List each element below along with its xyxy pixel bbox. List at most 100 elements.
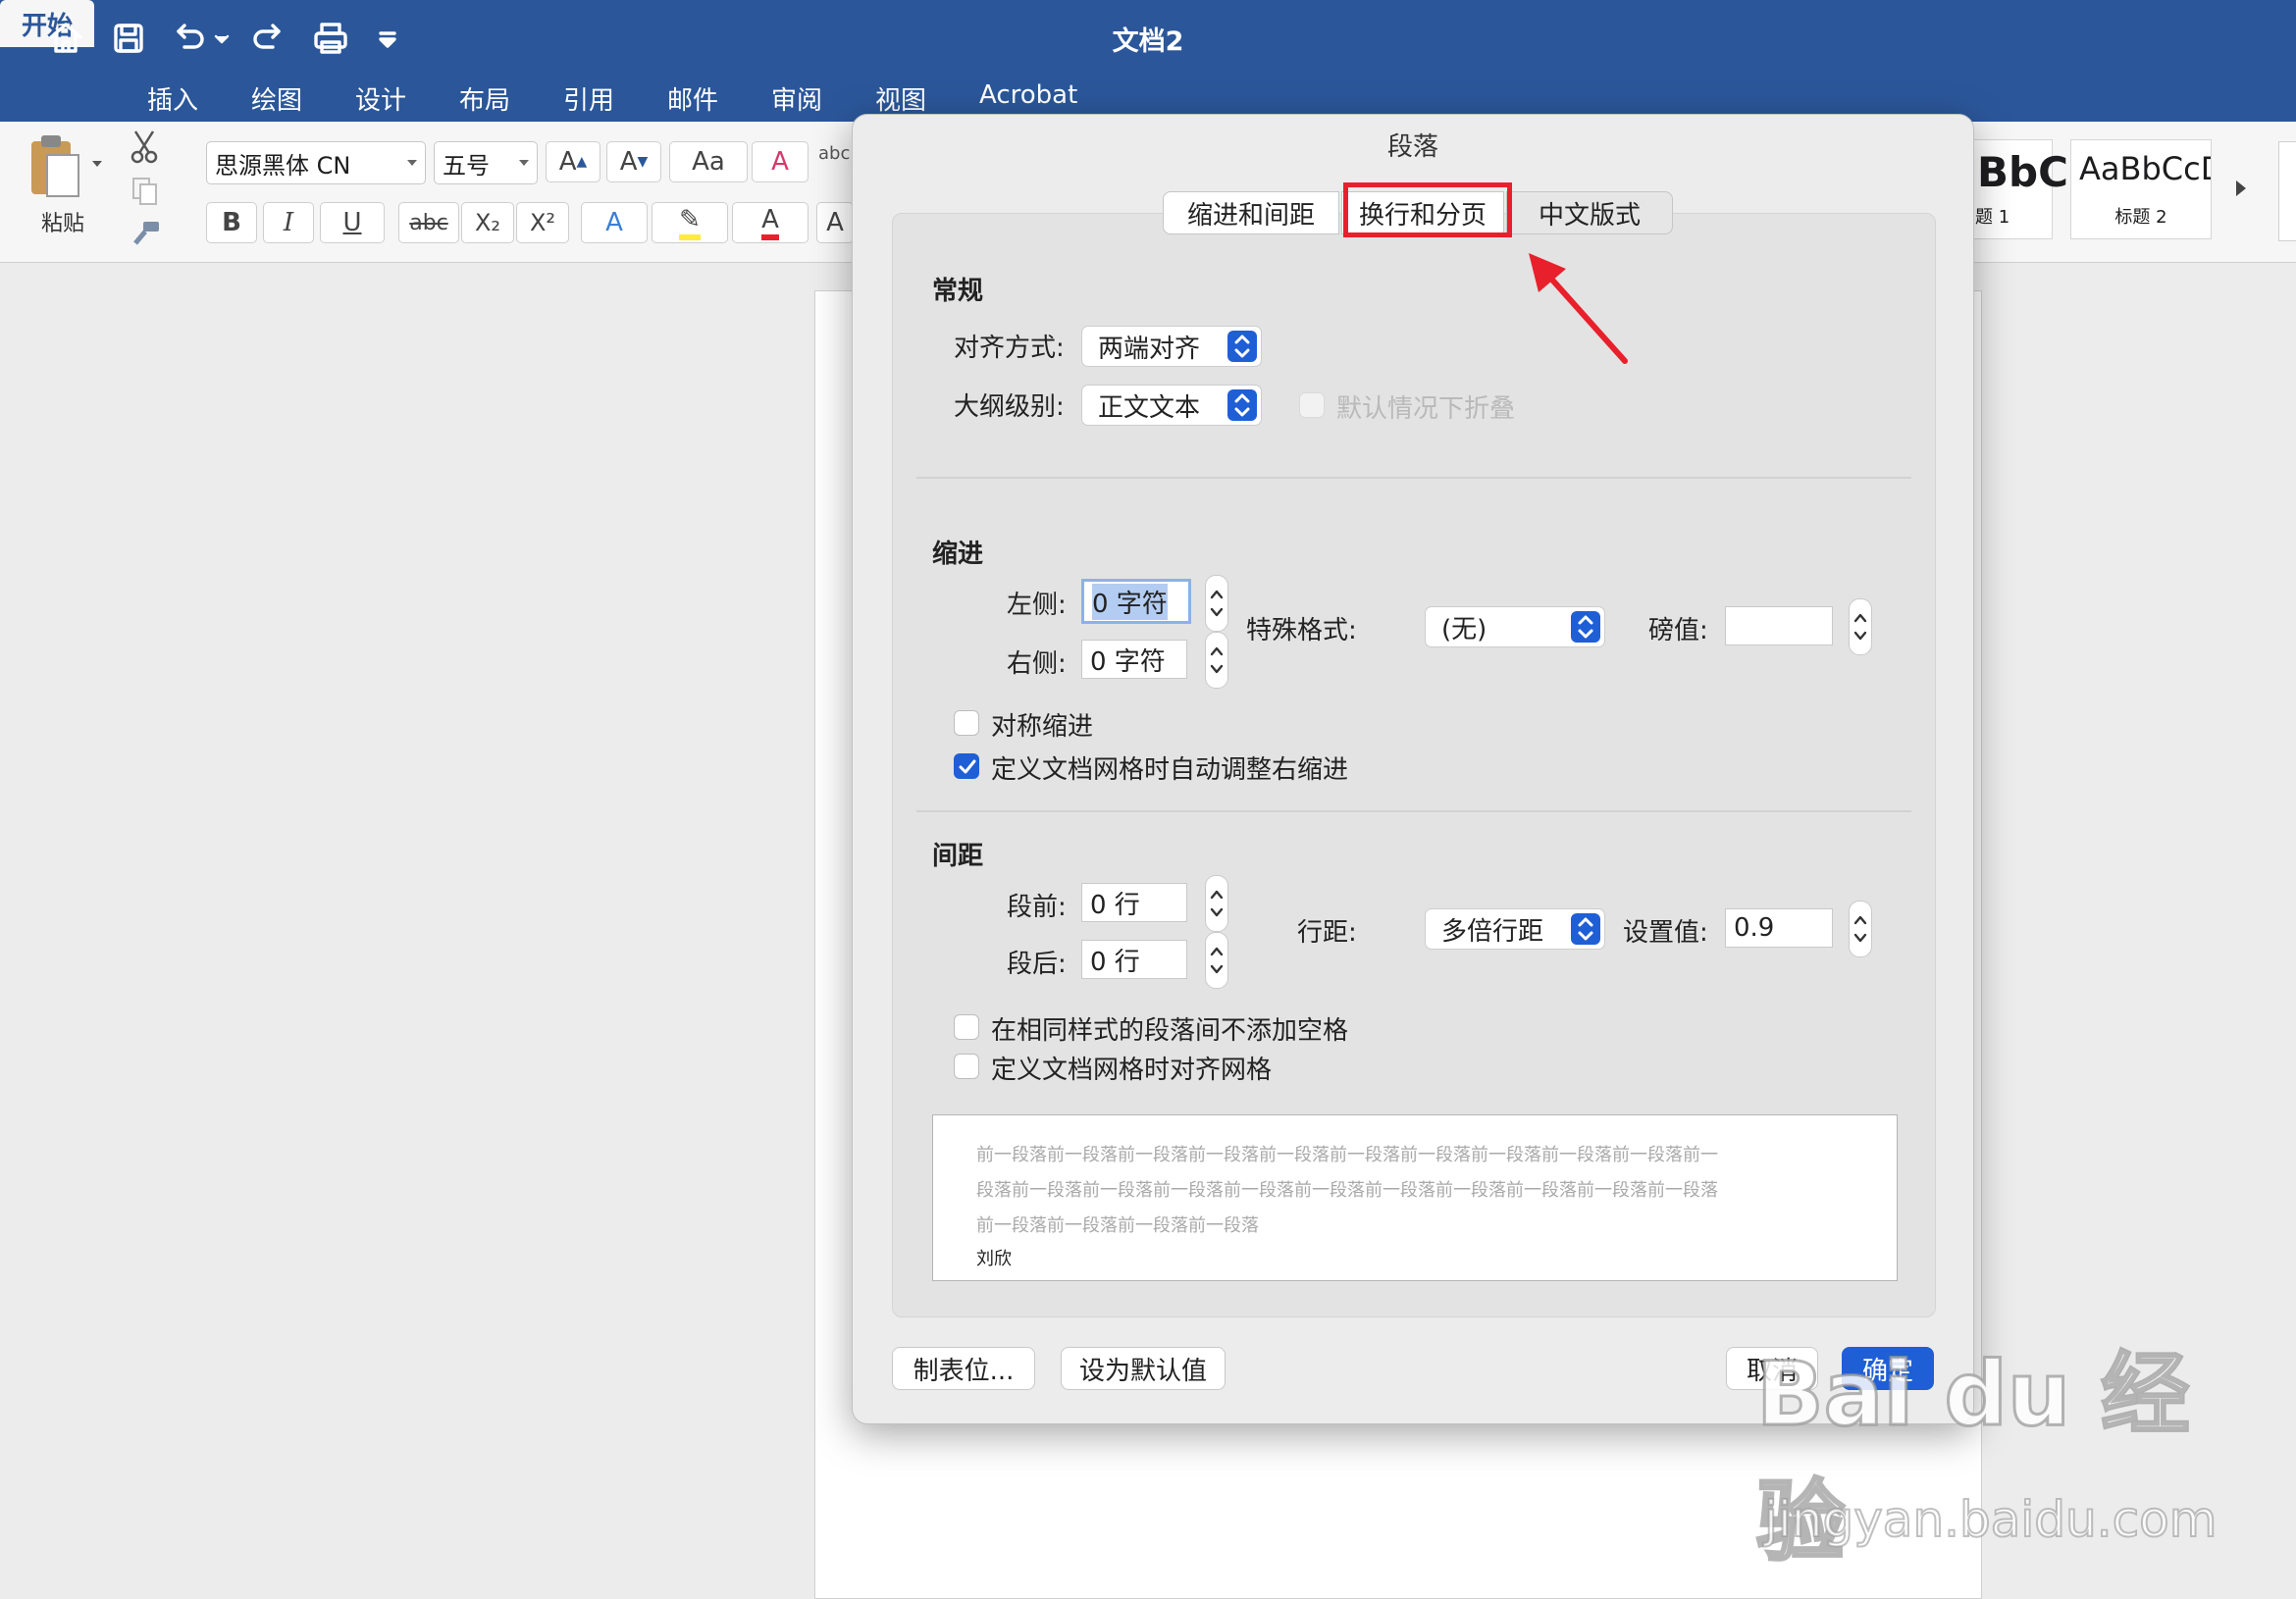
up-down-chevron-icon — [1227, 389, 1257, 421]
indent-right-value: 0 字符 — [1090, 646, 1166, 677]
spacing-after-input[interactable]: 0 行 — [1081, 940, 1187, 979]
dialog-panel: 常规 对齐方式: 两端对齐 大纲级别: 正文文本 默认情况下折叠 缩进 左侧: … — [892, 213, 1936, 1317]
subscript-button[interactable]: X₂ — [461, 202, 514, 243]
up-down-chevron-icon — [1571, 913, 1600, 945]
italic-button[interactable]: I — [263, 202, 314, 243]
indent-right-stepper[interactable] — [1205, 632, 1228, 689]
auto-adjust-right-indent-checkbox[interactable] — [954, 753, 979, 779]
tabs-button[interactable]: 制表位... — [892, 1347, 1035, 1390]
style-preview: BbC — [1977, 148, 2068, 196]
alignment-select[interactable]: 两端对齐 — [1081, 326, 1262, 367]
line-spacing-at-input[interactable]: 0.9 — [1725, 908, 1833, 948]
font-color-icon[interactable]: A — [732, 202, 809, 243]
annotation-arrow-icon — [1529, 253, 1628, 364]
general-heading: 常规 — [932, 277, 984, 306]
phonetic-guide-icon[interactable]: abc — [818, 143, 850, 164]
text-effects-icon[interactable]: A — [581, 202, 648, 243]
chevron-down-icon — [407, 160, 417, 166]
dialog-title: 段落 — [1386, 132, 1438, 162]
outline-level-value: 正文文本 — [1098, 392, 1201, 423]
spacing-before-value: 0 行 — [1090, 890, 1140, 920]
preview-prev-line-1: 前一段落前一段落前一段落前一段落前一段落前一段落前一段落前一段落前一段落前一段落… — [976, 1145, 1718, 1165]
style-heading-1[interactable]: BbC 题 1 — [1972, 139, 2068, 239]
tab-draw[interactable]: 绘图 — [251, 80, 302, 117]
no-space-same-style-checkbox[interactable] — [954, 1014, 979, 1040]
paste-icon[interactable] — [26, 133, 84, 202]
paste-label: 粘贴 — [41, 212, 85, 236]
line-spacing-at-value: 0.9 — [1734, 913, 1775, 943]
chevron-down-icon — [519, 160, 529, 166]
special-format-select[interactable]: (无) — [1425, 606, 1605, 647]
snap-to-grid-checkbox[interactable] — [954, 1054, 979, 1079]
font-name-select[interactable]: 思源黑体 CN — [206, 141, 426, 184]
styles-next-icon[interactable] — [2233, 179, 2249, 198]
outline-level-select[interactable]: 正文文本 — [1081, 385, 1262, 426]
watermark-url: jingyan.baidu.com — [1763, 1490, 2218, 1549]
clear-formatting-icon[interactable]: A — [752, 141, 809, 182]
underline-button[interactable]: U — [320, 202, 385, 243]
alignment-label: 对齐方式: — [954, 334, 1065, 363]
tab-insert[interactable]: 插入 — [147, 80, 198, 117]
indent-right-input[interactable]: 0 字符 — [1081, 640, 1187, 679]
highlight-icon[interactable]: ✎ — [652, 202, 728, 243]
spacing-before-stepper[interactable] — [1205, 875, 1228, 932]
tab-asian-typography[interactable]: 中文版式 — [1506, 191, 1673, 234]
preview-box: 前一段落前一段落前一段落前一段落前一段落前一段落前一段落前一段落前一段落前一段落… — [932, 1114, 1898, 1281]
baidu-jingyan-watermark: Bai du 经验 jingyan.baidu.com — [1755, 1315, 2267, 1575]
font-size-select[interactable]: 五号 — [434, 141, 538, 184]
indent-right-label: 右侧: — [1007, 649, 1067, 679]
format-painter-icon[interactable] — [130, 220, 161, 247]
indent-left-value: 0 字符 — [1092, 583, 1168, 620]
auto-adjust-right-indent-label: 定义文档网格时自动调整右缩进 — [991, 755, 1349, 785]
snap-to-grid-label: 定义文档网格时对齐网格 — [991, 1056, 1273, 1085]
tab-design[interactable]: 设计 — [355, 80, 406, 117]
title-bar: 文档2 开始 插入 绘图 设计 布局 引用 邮件 审阅 视图 Acrobat — [0, 0, 2296, 122]
bold-button[interactable]: B — [206, 202, 257, 243]
tab-acrobat[interactable]: Acrobat — [979, 80, 1077, 110]
up-down-chevron-icon — [1571, 611, 1600, 643]
divider — [916, 477, 1911, 479]
line-spacing-value: 多倍行距 — [1441, 916, 1544, 947]
set-default-button[interactable]: 设为默认值 — [1061, 1347, 1226, 1390]
indent-by-input[interactable] — [1725, 606, 1833, 645]
spacing-heading: 间距 — [932, 842, 984, 871]
grow-font-icon[interactable]: A ▲ — [546, 141, 600, 182]
tab-indents-spacing[interactable]: 缩进和间距 — [1163, 191, 1339, 234]
indent-by-stepper[interactable] — [1849, 598, 1872, 655]
divider — [916, 810, 1911, 812]
spacing-after-label: 段后: — [1007, 950, 1067, 979]
tab-mailings[interactable]: 邮件 — [667, 80, 718, 117]
styles-pane-button[interactable] — [2278, 141, 2296, 241]
tab-layout[interactable]: 布局 — [459, 80, 510, 117]
line-spacing-select[interactable]: 多倍行距 — [1425, 908, 1605, 950]
line-spacing-label: 行距: — [1297, 918, 1357, 948]
strikethrough-button[interactable]: abc — [398, 202, 459, 243]
special-format-label: 特殊格式: — [1246, 616, 1357, 645]
tab-references[interactable]: 引用 — [563, 80, 614, 117]
up-down-chevron-icon — [1227, 331, 1257, 362]
preview-prev-line-2: 段落前一段落前一段落前一段落前一段落前一段落前一段落前一段落前一段落前一段落前一… — [976, 1180, 1718, 1201]
font-size-value: 五号 — [443, 151, 490, 180]
spacing-after-stepper[interactable] — [1205, 932, 1228, 989]
character-shading-icon[interactable]: A — [816, 202, 854, 243]
superscript-button[interactable]: X² — [516, 202, 569, 243]
mirror-indent-checkbox[interactable] — [954, 710, 979, 736]
tab-view[interactable]: 视图 — [875, 80, 926, 117]
spacing-before-input[interactable]: 0 行 — [1081, 883, 1187, 922]
line-spacing-at-stepper[interactable] — [1849, 901, 1872, 957]
indent-left-label: 左侧: — [1007, 591, 1067, 620]
outline-level-label: 大纲级别: — [954, 392, 1065, 422]
indent-left-input[interactable]: 0 字符 — [1081, 579, 1191, 624]
style-heading-2[interactable]: AaBbCcD 标题 2 — [2070, 139, 2212, 239]
cut-icon[interactable] — [130, 129, 159, 165]
line-spacing-at-label: 设置值: — [1623, 918, 1708, 948]
shrink-font-icon[interactable]: A ▼ — [606, 141, 661, 182]
tab-review[interactable]: 审阅 — [771, 80, 822, 117]
copy-icon[interactable] — [131, 177, 159, 206]
document-title: 文档2 — [1112, 26, 1184, 57]
indent-left-stepper[interactable] — [1205, 575, 1228, 632]
checkmark-icon — [959, 759, 976, 774]
collapse-checkbox[interactable] — [1299, 392, 1325, 418]
change-case-icon[interactable]: Aa — [669, 141, 748, 182]
paste-dropdown-icon[interactable] — [90, 157, 104, 171]
